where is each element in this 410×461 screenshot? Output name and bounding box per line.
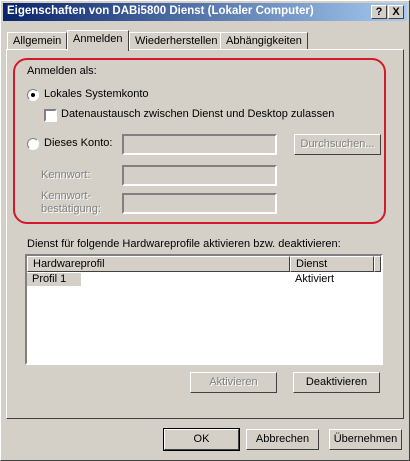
this-account-radio[interactable]: [27, 138, 39, 150]
cancel-button[interactable]: Abbrechen: [246, 429, 319, 450]
disable-button[interactable]: Deaktivieren: [293, 372, 380, 393]
logon-heading: Anmelden als:: [27, 65, 97, 77]
profiles-caption: Dienst für folgende Hardwareprofile akti…: [27, 238, 341, 250]
password-field[interactable]: [122, 165, 277, 186]
confirm-password-field[interactable]: [122, 193, 277, 214]
hardware-profiles-list[interactable]: Hardwareprofil Dienst Profil 1 Aktiviert: [25, 254, 383, 365]
window-title: Eigenschaften von DABi5800 Dienst (Lokal…: [7, 5, 314, 17]
tab-wiederherstellen[interactable]: Wiederherstellen: [129, 32, 224, 50]
tab-abhaengigkeiten[interactable]: Abhängigkeiten: [220, 32, 308, 50]
tab-anmelden[interactable]: Anmelden: [67, 30, 129, 51]
column-header-service[interactable]: Dienst: [290, 256, 374, 272]
radio-selected-dot: [31, 93, 35, 97]
browse-button[interactable]: Durchsuchen...: [294, 134, 381, 155]
table-row-service[interactable]: Aktiviert: [295, 273, 334, 286]
confirm-label-line2: bestätigung:: [41, 203, 101, 215]
ok-button[interactable]: OK: [163, 428, 240, 451]
close-button[interactable]: X: [388, 5, 404, 19]
tab-allgemein[interactable]: Allgemein: [7, 32, 68, 50]
properties-dialog: Eigenschaften von DABi5800 Dienst (Lokal…: [0, 0, 410, 461]
local-system-label[interactable]: Lokales Systemkonto: [44, 88, 149, 100]
enable-button[interactable]: Aktivieren: [190, 372, 277, 393]
local-system-radio[interactable]: [27, 89, 39, 101]
account-field[interactable]: [122, 134, 277, 155]
password-label: Kennwort:: [41, 169, 91, 181]
table-row-profile[interactable]: Profil 1: [27, 273, 81, 286]
column-header-filler: [374, 256, 381, 272]
this-account-label[interactable]: Dieses Konto:: [44, 137, 112, 149]
title-bar[interactable]: Eigenschaften von DABi5800 Dienst (Lokal…: [3, 3, 407, 21]
column-header-profile[interactable]: Hardwareprofil: [27, 256, 290, 272]
confirm-label-line1: Kennwort-: [41, 190, 92, 202]
desktop-interact-checkbox[interactable]: [44, 109, 57, 122]
help-button[interactable]: ?: [371, 5, 387, 19]
apply-button[interactable]: Übernehmen: [329, 429, 402, 450]
desktop-interact-label[interactable]: Datenaustausch zwischen Dienst und Deskt…: [61, 108, 334, 120]
